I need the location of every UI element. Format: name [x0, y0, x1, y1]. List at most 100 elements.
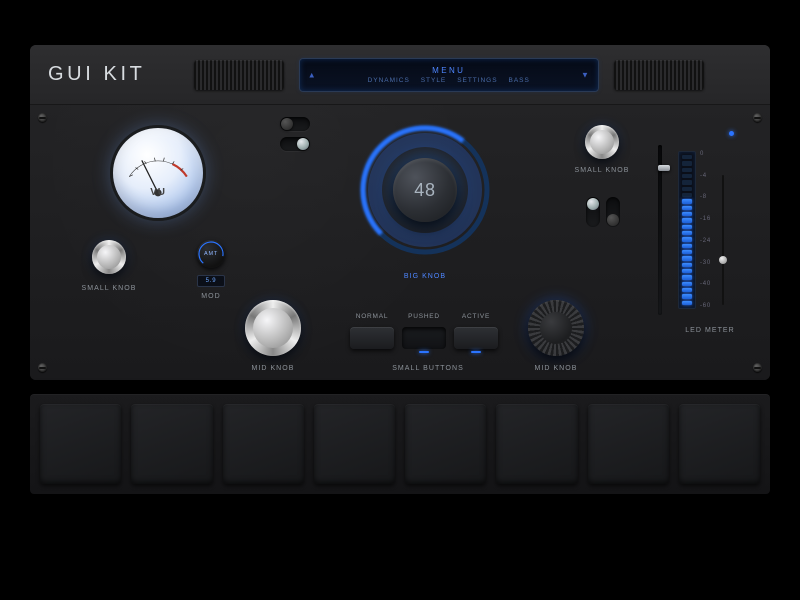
button-led-icon: [471, 351, 481, 353]
button-normal[interactable]: NORMAL: [350, 327, 394, 349]
led-segment: [682, 244, 692, 248]
small-knob-left[interactable]: [92, 240, 126, 274]
drum-pad[interactable]: [496, 404, 577, 484]
led-segment: [682, 282, 692, 286]
led-segment: [682, 187, 692, 191]
big-knob[interactable]: 48: [350, 115, 500, 265]
fader-thumb[interactable]: [658, 165, 670, 171]
led-segment: [682, 288, 692, 292]
scale-tick: -4: [700, 173, 711, 179]
drum-pad[interactable]: [314, 404, 395, 484]
menu-items: DYNAMICS STYLE SETTINGS BASS: [368, 77, 530, 84]
menu-item[interactable]: STYLE: [421, 77, 446, 84]
mod-knob[interactable]: AMT: [197, 240, 225, 268]
mid-knob-left[interactable]: [245, 300, 301, 356]
mod-amt-label: AMT: [204, 251, 218, 257]
scale-tick: -30: [700, 260, 711, 266]
button-label: NORMAL: [356, 313, 389, 320]
drum-pad[interactable]: [131, 404, 212, 484]
button-active[interactable]: ACTIVE: [454, 327, 498, 349]
big-knob-label: BIG KNOB: [404, 273, 446, 280]
scale-tick: -8: [700, 194, 711, 200]
button-pushed[interactable]: PUSHED: [402, 327, 446, 349]
menu-item[interactable]: SETTINGS: [457, 77, 497, 84]
button-led-icon: [419, 351, 429, 353]
mini-slider[interactable]: [722, 175, 724, 305]
led-segment: [682, 193, 692, 197]
led-segment: [682, 301, 692, 305]
button-label: PUSHED: [408, 313, 440, 320]
mid-knob-right[interactable]: [528, 300, 584, 356]
header: GUI KIT ▲ MENU DYNAMICS STYLE SETTINGS B…: [30, 45, 770, 105]
drum-pad[interactable]: [405, 404, 486, 484]
speaker-grille-right: [614, 60, 704, 90]
menu-title: MENU: [432, 66, 465, 75]
screw-icon: [753, 113, 762, 122]
led-segment: [682, 206, 692, 210]
small-knob-right-label: SMALL KNOB: [575, 167, 630, 174]
led-segment: [682, 237, 692, 241]
button-group: NORMAL PUSHED ACTIVE: [350, 327, 498, 349]
led-indicator-icon: [729, 131, 734, 136]
fader-track[interactable]: [658, 145, 662, 315]
small-knob-right[interactable]: [585, 125, 619, 159]
drum-pad[interactable]: [40, 404, 121, 484]
menu-item[interactable]: BASS: [509, 77, 530, 84]
led-segment: [682, 256, 692, 260]
button-label: ACTIVE: [462, 313, 490, 320]
led-segment: [682, 269, 692, 273]
led-meter: [678, 151, 696, 309]
led-segment: [682, 199, 692, 203]
mini-slider-thumb[interactable]: [719, 256, 727, 264]
screw-icon: [38, 113, 47, 122]
drum-pad[interactable]: [588, 404, 669, 484]
vu-label: VU: [150, 187, 166, 198]
led-segment: [682, 225, 692, 229]
mod-readout: 5.9: [197, 275, 225, 287]
screw-icon: [753, 363, 762, 372]
led-segment: [682, 168, 692, 172]
screw-icon: [38, 363, 47, 372]
led-segment: [682, 275, 692, 279]
menu-display[interactable]: ▲ MENU DYNAMICS STYLE SETTINGS BASS ▼: [299, 58, 599, 92]
led-segment: [682, 294, 692, 298]
mid-knob-left-label: MID KNOB: [251, 365, 294, 372]
scale-tick: 0: [700, 151, 711, 157]
led-meter-area: 0 -4 -8 -16 -24 -30 -40 -60: [654, 145, 740, 335]
drum-pad[interactable]: [679, 404, 760, 484]
led-segment: [682, 263, 692, 267]
drum-pad[interactable]: [223, 404, 304, 484]
scale-tick: -60: [700, 303, 711, 309]
scale-tick: -24: [700, 238, 711, 244]
led-segment: [682, 161, 692, 165]
led-segment: [682, 155, 692, 159]
toggle-switch-1[interactable]: [280, 117, 310, 131]
meter-scale: 0 -4 -8 -16 -24 -30 -40 -60: [700, 151, 711, 309]
small-knob-left-label: SMALL KNOB: [82, 285, 137, 292]
vtoggle-1[interactable]: [586, 197, 600, 227]
button-group-label: SMALL BUTTONS: [392, 365, 464, 372]
led-segment: [682, 212, 692, 216]
big-knob-value: 48: [393, 158, 457, 222]
mid-knob-right-label: MID KNOB: [534, 365, 577, 372]
pad-row: [30, 394, 770, 494]
menu-prev-icon[interactable]: ▲: [308, 70, 317, 79]
led-meter-label: LED METER: [685, 327, 735, 334]
toggle-switch-2[interactable]: [280, 137, 310, 151]
scale-tick: -40: [700, 281, 711, 287]
led-segment: [682, 180, 692, 184]
menu-next-icon[interactable]: ▼: [581, 70, 590, 79]
vu-meter: VU: [110, 125, 206, 221]
panel-body: VU SMALL KNOB AMT 5.9 MOD 48 BIG KN: [30, 105, 770, 380]
speaker-grille-left: [194, 60, 284, 90]
app-title: GUI KIT: [48, 63, 145, 86]
led-segment: [682, 174, 692, 178]
led-segment: [682, 218, 692, 222]
mod-label: MOD: [201, 293, 220, 300]
main-panel: GUI KIT ▲ MENU DYNAMICS STYLE SETTINGS B…: [30, 45, 770, 380]
menu-item[interactable]: DYNAMICS: [368, 77, 410, 84]
led-segment: [682, 231, 692, 235]
scale-tick: -16: [700, 216, 711, 222]
vtoggle-2[interactable]: [606, 197, 620, 227]
led-segment: [682, 250, 692, 254]
